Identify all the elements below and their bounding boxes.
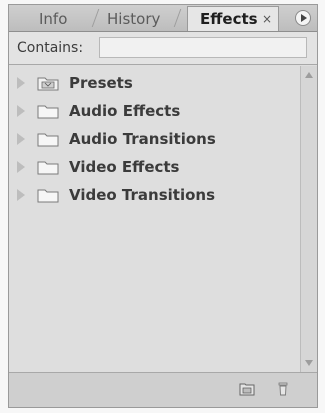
panel-tab-bar: Info History Effects × <box>9 5 317 32</box>
tab-info[interactable]: Info <box>39 7 67 31</box>
expand-triangle-icon[interactable] <box>17 189 25 201</box>
tree-item-label: Audio Transitions <box>69 130 216 148</box>
expand-triangle-icon[interactable] <box>17 133 25 145</box>
tree-item-video-transitions[interactable]: Video Transitions <box>9 182 299 209</box>
vertical-scrollbar[interactable] <box>300 66 317 372</box>
tree-item-presets[interactable]: Presets <box>9 70 299 97</box>
folder-icon <box>37 161 59 175</box>
scroll-up-arrow-icon[interactable] <box>305 72 313 78</box>
scroll-down-arrow-icon[interactable] <box>305 360 313 366</box>
tree-item-audio-effects[interactable]: Audio Effects <box>9 98 299 125</box>
presets-folder-icon <box>37 77 59 91</box>
tree-item-label: Video Effects <box>69 158 180 176</box>
trash-icon[interactable] <box>275 382 291 396</box>
tree-item-label: Video Transitions <box>69 186 216 204</box>
new-custom-bin-icon[interactable] <box>239 382 255 396</box>
panel-footer <box>9 372 317 407</box>
tree-item-label: Presets <box>69 74 133 92</box>
tab-separator <box>173 9 182 27</box>
tab-history[interactable]: History <box>107 7 160 31</box>
search-label: Contains: <box>17 40 84 56</box>
folder-icon <box>37 189 59 203</box>
folder-icon <box>37 133 59 147</box>
effects-tree: Presets Audio Effects Audio Transitions … <box>9 66 299 372</box>
search-row: Contains: <box>9 32 317 65</box>
expand-triangle-icon[interactable] <box>17 161 25 173</box>
panel-menu-icon[interactable] <box>295 10 311 26</box>
tree-item-video-effects[interactable]: Video Effects <box>9 154 299 181</box>
effects-panel: Info History Effects × Contains: Presets <box>8 4 318 408</box>
search-input[interactable] <box>99 37 307 58</box>
folder-icon <box>37 105 59 119</box>
expand-triangle-icon[interactable] <box>17 77 25 89</box>
close-icon[interactable]: × <box>262 7 272 31</box>
tab-effects[interactable]: Effects × <box>187 6 279 31</box>
expand-triangle-icon[interactable] <box>17 105 25 117</box>
tree-item-label: Audio Effects <box>69 102 181 120</box>
tree-item-audio-transitions[interactable]: Audio Transitions <box>9 126 299 153</box>
tab-separator <box>91 9 100 27</box>
tab-effects-label: Effects <box>200 10 258 28</box>
